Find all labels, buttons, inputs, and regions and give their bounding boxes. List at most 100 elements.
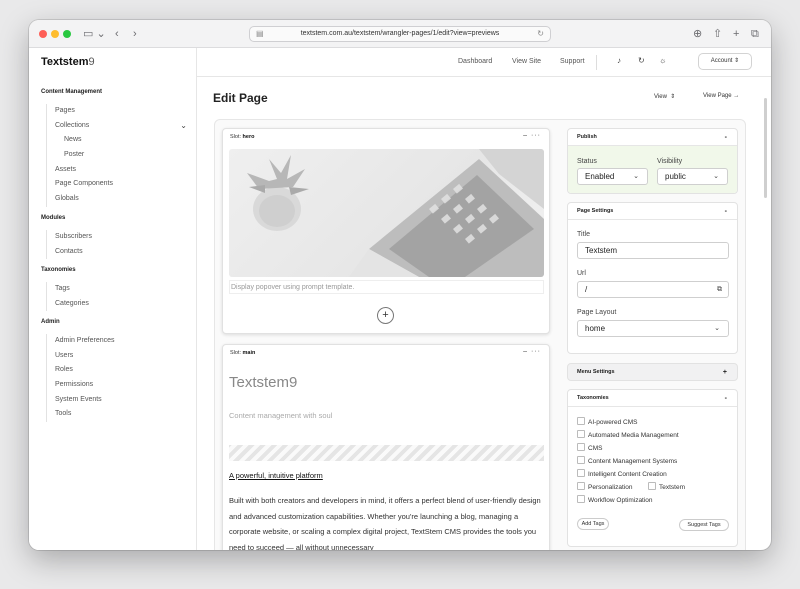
download-icon[interactable]: ⊕ [693,26,702,42]
slot-options-icon[interactable]: – ··· [523,348,541,355]
sidebar-item-subscribers[interactable]: Subscribers [47,230,187,245]
sidebar-item-admin-preferences[interactable]: Admin Preferences [47,334,187,349]
url-label: Url [577,270,586,277]
main-title[interactable]: Textstem9 [229,374,297,391]
add-block-button[interactable]: + [377,307,394,324]
url-input[interactable]: / ⧉ [577,281,729,298]
checkbox[interactable] [577,456,585,464]
tag-checkbox-content-management-systems[interactable]: Content Management Systems [577,456,677,467]
hero-image[interactable] [229,149,544,277]
sidebar-item-tags[interactable]: Tags [47,282,187,297]
chevron-down-icon: ⌄ [713,173,719,180]
browser-titlebar: ▭ ⌄ ‹ › ▤ textstem.com.au/textstem/wrang… [29,20,771,48]
back-icon[interactable]: ‹ [115,26,119,42]
sidebar-item-categories[interactable]: Categories [47,297,187,312]
publish-panel-header[interactable]: Publish - [568,129,737,146]
reload-icon[interactable]: ↻ [537,27,544,41]
forward-icon[interactable]: › [133,26,137,42]
scrollbar[interactable] [764,98,767,198]
theme-toggle-icon[interactable]: ☼ [659,56,666,65]
page-settings-header[interactable]: Page Settings - [568,203,737,220]
maximize-window-button[interactable] [63,30,71,38]
menu-settings-panel[interactable]: Menu Settings + [567,363,738,381]
sidebar-item-users[interactable]: Users [47,349,187,364]
tag-checkbox-intelligent-content-creation[interactable]: Intelligent Content Creation [577,469,667,480]
sidebar-item-page-components[interactable]: Page Components [47,177,187,192]
nav-section-admin: Admin [41,319,60,325]
account-menu-button[interactable]: Account ⇕ [698,53,752,70]
taxonomies-panel: Taxonomies - AI-powered CMS Automated Med… [567,389,738,547]
status-select[interactable]: Enabled ⌄ [577,168,648,185]
collapse-icon[interactable]: - [725,203,727,220]
main-subtitle[interactable]: Content management with soul [229,411,332,420]
title-label: Title [577,231,590,238]
tag-checkbox-cms[interactable]: CMS [577,443,602,454]
sidebar-item-permissions[interactable]: Permissions [47,378,187,393]
checkbox[interactable] [577,495,585,503]
new-tab-icon[interactable]: + [733,26,739,42]
notifications-icon[interactable]: ♪ [617,56,621,65]
slot-main-label: Slot: main [230,350,256,356]
sidebar-item-globals[interactable]: Globals [47,192,187,207]
sidebar-toggle-icon[interactable]: ▭ ⌄ [83,26,106,42]
sidebar-item-contacts[interactable]: Contacts [47,245,187,260]
checkbox[interactable] [577,469,585,477]
slot-hero: Slot: hero – ··· Display popover using p… [222,128,550,334]
taxonomies-header[interactable]: Taxonomies - [568,390,737,407]
sidebar-item-assets[interactable]: Assets [47,163,187,178]
slot-hero-label: Slot: hero [230,134,255,140]
view-select[interactable]: View ⇕ [654,93,675,100]
nav-link-view-site[interactable]: View Site [512,58,541,65]
checkbox[interactable] [577,417,585,425]
sidebar-item-poster[interactable]: Poster [47,148,187,163]
chevron-down-icon: ⌄ [714,325,720,332]
collapse-icon[interactable]: - [725,390,727,407]
main-heading-link[interactable]: A powerful, intuitive platform [229,471,323,480]
tabs-overview-icon[interactable]: ⧉ [751,26,759,42]
expand-icon[interactable]: + [723,364,727,380]
nav-link-dashboard[interactable]: Dashboard [458,58,492,65]
page-layout-select[interactable]: home ⌄ [577,320,729,337]
separator-placeholder [229,445,544,461]
checkbox[interactable] [577,482,585,490]
chevron-down-icon[interactable]: ⌄ [180,119,187,134]
tag-checkbox-personalization[interactable]: Personalization [577,482,632,493]
checkbox[interactable] [648,482,656,490]
external-link-icon[interactable]: ⧉ [717,282,722,297]
suggest-tags-button[interactable]: Suggest Tags [679,519,729,531]
prompt-input[interactable]: Display popover using prompt template. [229,280,544,294]
sidebar-item-system-events[interactable]: System Events [47,393,187,408]
sidebar-item-news[interactable]: News [47,133,187,148]
checkbox[interactable] [577,430,585,438]
address-text: textstem.com.au/textstem/wrangler-pages/… [300,30,500,37]
collapse-icon[interactable]: - [725,129,727,146]
sidebar-item-roles[interactable]: Roles [47,363,187,378]
page-info-icon[interactable]: ▤ [256,27,264,41]
publish-panel: Publish - Status Visibility Enabled ⌄ publ… [567,128,738,194]
sidebar-item-tools[interactable]: Tools [47,407,187,422]
share-icon[interactable]: ⇧ [713,26,722,42]
tag-checkbox-ai-powered-cms[interactable]: AI-powered CMS [577,417,638,428]
minimize-window-button[interactable] [51,30,59,38]
menu-settings-header[interactable]: Menu Settings + [568,364,737,380]
refresh-icon[interactable]: ↻ [638,56,645,65]
nav-section-modules: Modules [41,215,66,221]
add-tags-button[interactable]: Add Tags [577,518,609,530]
brand-logo[interactable]: Textstem9 [41,56,95,68]
nav-group-modules: Subscribers Contacts [46,230,187,260]
sidebar-item-pages[interactable]: Pages [47,104,187,119]
visibility-select[interactable]: public ⌄ [657,168,728,185]
checkbox[interactable] [577,443,585,451]
tag-checkbox-automated-media-management[interactable]: Automated Media Management [577,430,679,441]
tag-checkbox-workflow-optimization[interactable]: Workflow Optimization [577,495,653,506]
nav-link-support[interactable]: Support [560,58,585,65]
close-window-button[interactable] [39,30,47,38]
tag-checkbox-textstem[interactable]: Textstem [648,482,685,493]
sidebar-item-collections[interactable]: Collections ⌄ [47,119,187,134]
address-bar[interactable]: ▤ textstem.com.au/textstem/wrangler-page… [249,26,551,42]
slot-options-icon[interactable]: – ··· [523,132,541,139]
browser-window: ▭ ⌄ ‹ › ▤ textstem.com.au/textstem/wrang… [29,20,771,550]
title-input[interactable]: Textstem [577,242,729,259]
view-page-link[interactable]: View Page → [703,93,739,99]
main-body-text[interactable]: Built with both creators and developers … [229,493,547,550]
